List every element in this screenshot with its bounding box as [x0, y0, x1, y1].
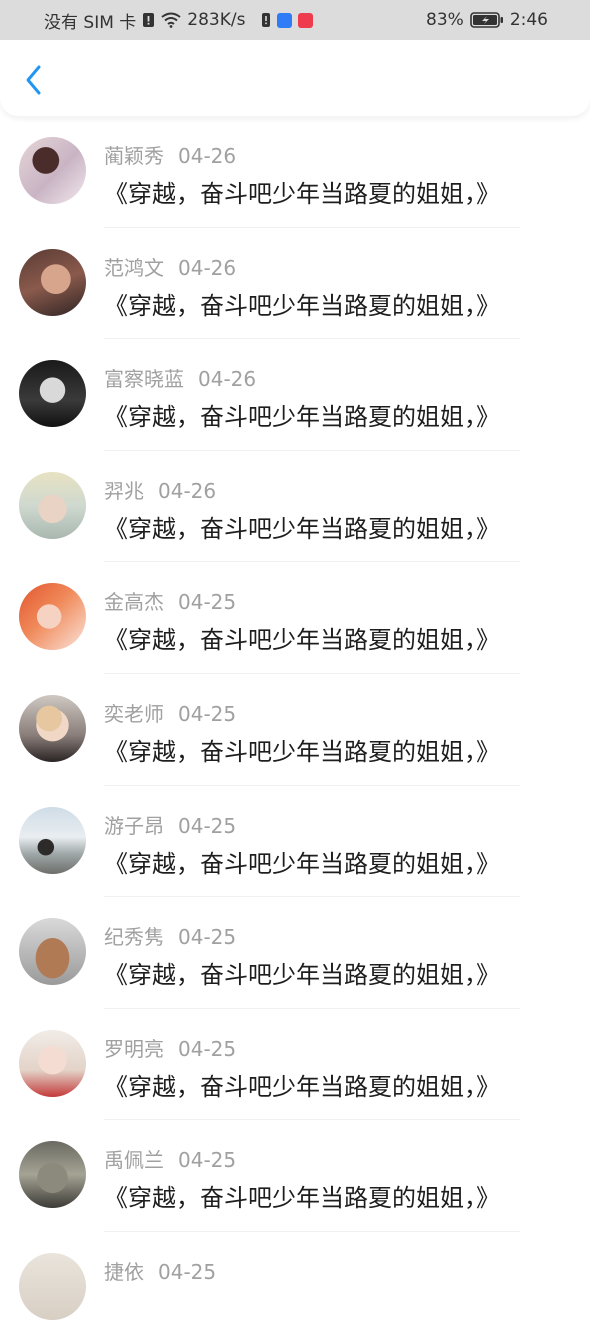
comment-date: 04-26 [158, 478, 217, 503]
comment-date: 04-25 [178, 701, 237, 726]
username[interactable]: 蔺颖秀 [104, 144, 164, 168]
battery-icon [470, 12, 504, 28]
avatar[interactable] [19, 694, 86, 762]
notification-alert-icon [261, 12, 271, 28]
list-item[interactable]: 富察晓蓝 04-26 《穿越，奋斗吧少年当路夏的姐姐，》 [0, 339, 590, 451]
avatar[interactable] [19, 1141, 86, 1209]
comment-meta: 羿兆 04-26 [104, 475, 216, 504]
list-item[interactable]: 奕老师 04-25 《穿越，奋斗吧少年当路夏的姐姐，》 [0, 674, 590, 786]
battery-percent: 83% [426, 10, 464, 30]
nav-bar [0, 40, 590, 116]
comment-meta: 游子昂 04-25 [104, 810, 236, 839]
comment-date: 04-25 [178, 813, 237, 838]
comment-meta: 金高杰 04-25 [104, 586, 236, 615]
avatar[interactable] [19, 360, 86, 428]
comment-meta: 奕老师 04-25 [104, 698, 236, 727]
comment-date: 04-25 [178, 1036, 237, 1061]
comment-text: 《穿越，奋斗吧少年当路夏的姐姐，》 [104, 514, 500, 543]
book-notification-icon [298, 12, 314, 28]
comment-meta: 纪秀隽 04-25 [104, 921, 236, 950]
list-item[interactable]: 罗明亮 04-25 《穿越，奋斗吧少年当路夏的姐姐，》 [0, 1009, 590, 1121]
comment-text: 《穿越，奋斗吧少年当路夏的姐姐，》 [104, 403, 500, 432]
list-item[interactable]: 金高杰 04-25 《穿越，奋斗吧少年当路夏的姐姐，》 [0, 562, 590, 674]
username[interactable]: 罗明亮 [104, 1037, 164, 1061]
comment-date: 04-26 [198, 367, 257, 392]
sim-alert-icon [142, 12, 155, 28]
username[interactable]: 游子昂 [104, 814, 164, 838]
carrier-label: 没有 SIM 卡 [44, 12, 137, 33]
comment-date: 04-26 [178, 255, 237, 280]
comment-date: 04-25 [158, 1259, 217, 1284]
comment-date: 04-25 [178, 1148, 237, 1173]
list-item[interactable]: 捷依 04-25 [0, 1232, 590, 1344]
comment-meta: 范鸿文 04-26 [104, 252, 236, 281]
avatar[interactable] [19, 1252, 86, 1320]
wifi-icon [161, 12, 181, 28]
comment-text: 《穿越，奋斗吧少年当路夏的姐姐，》 [104, 626, 500, 655]
comment-meta: 罗明亮 04-25 [104, 1033, 236, 1062]
comment-text: 《穿越，奋斗吧少年当路夏的姐姐，》 [104, 1072, 500, 1101]
username[interactable]: 羿兆 [104, 479, 144, 503]
comment-meta: 蔺颖秀 04-26 [104, 140, 236, 169]
comment-meta: 捷依 04-25 [104, 1256, 216, 1285]
comment-meta: 禹佩兰 04-25 [104, 1144, 236, 1173]
network-speed: 283K/s [187, 10, 246, 30]
avatar[interactable] [19, 1029, 86, 1097]
list-item[interactable]: 范鸿文 04-26 《穿越，奋斗吧少年当路夏的姐姐，》 [0, 228, 590, 340]
username[interactable]: 金高杰 [104, 590, 164, 614]
list-item[interactable]: 游子昂 04-25 《穿越，奋斗吧少年当路夏的姐姐，》 [0, 786, 590, 898]
comment-text: 《穿越，奋斗吧少年当路夏的姐姐，》 [104, 849, 500, 878]
username[interactable]: 纪秀隽 [104, 925, 164, 949]
username[interactable]: 禹佩兰 [104, 1148, 164, 1172]
username[interactable]: 富察晓蓝 [104, 367, 184, 391]
comment-date: 04-25 [178, 925, 237, 950]
status-right: 83% 2:46 [426, 0, 548, 40]
list-item[interactable]: 纪秀隽 04-25 《穿越，奋斗吧少年当路夏的姐姐，》 [0, 897, 590, 1009]
username[interactable]: 范鸿文 [104, 256, 164, 280]
comment-text: 《穿越，奋斗吧少年当路夏的姐姐，》 [104, 1184, 500, 1213]
comment-date: 04-25 [178, 590, 237, 615]
comment-text: 《穿越，奋斗吧少年当路夏的姐姐，》 [104, 961, 500, 990]
list-item[interactable]: 禹佩兰 04-25 《穿越，奋斗吧少年当路夏的姐姐，》 [0, 1120, 590, 1232]
avatar[interactable] [19, 137, 86, 204]
comment-text: 《穿越，奋斗吧少年当路夏的姐姐，》 [104, 737, 500, 766]
status-bar: 没有 SIM 卡 283K/s 83% 2:46 [0, 0, 590, 40]
comment-meta: 富察晓蓝 04-26 [104, 363, 256, 392]
comment-list: 蔺颖秀 04-26 《穿越，奋斗吧少年当路夏的姐姐，》 范鸿文 04-26 《穿越，… [0, 116, 590, 1344]
status-left: 没有 SIM 卡 283K/s [44, 0, 314, 40]
comment-text: 《穿越，奋斗吧少年当路夏的姐姐，》 [104, 180, 500, 208]
back-button[interactable] [14, 60, 54, 100]
username[interactable]: 奕老师 [104, 702, 164, 726]
avatar[interactable] [19, 583, 86, 651]
avatar[interactable] [19, 248, 86, 316]
comment-date: 04-26 [178, 144, 237, 168]
list-item[interactable]: 羿兆 04-26 《穿越，奋斗吧少年当路夏的姐姐，》 [0, 451, 590, 563]
list-item[interactable]: 蔺颖秀 04-26 《穿越，奋斗吧少年当路夏的姐姐，》 [0, 116, 590, 228]
username[interactable]: 捷依 [104, 1260, 144, 1284]
avatar[interactable] [19, 471, 86, 539]
app-notification-icon [277, 12, 293, 28]
avatar[interactable] [19, 918, 86, 986]
clock: 2:46 [509, 10, 548, 30]
comment-text: 《穿越，奋斗吧少年当路夏的姐姐，》 [104, 291, 500, 320]
chevron-left-icon [26, 65, 41, 95]
avatar[interactable] [19, 806, 86, 874]
